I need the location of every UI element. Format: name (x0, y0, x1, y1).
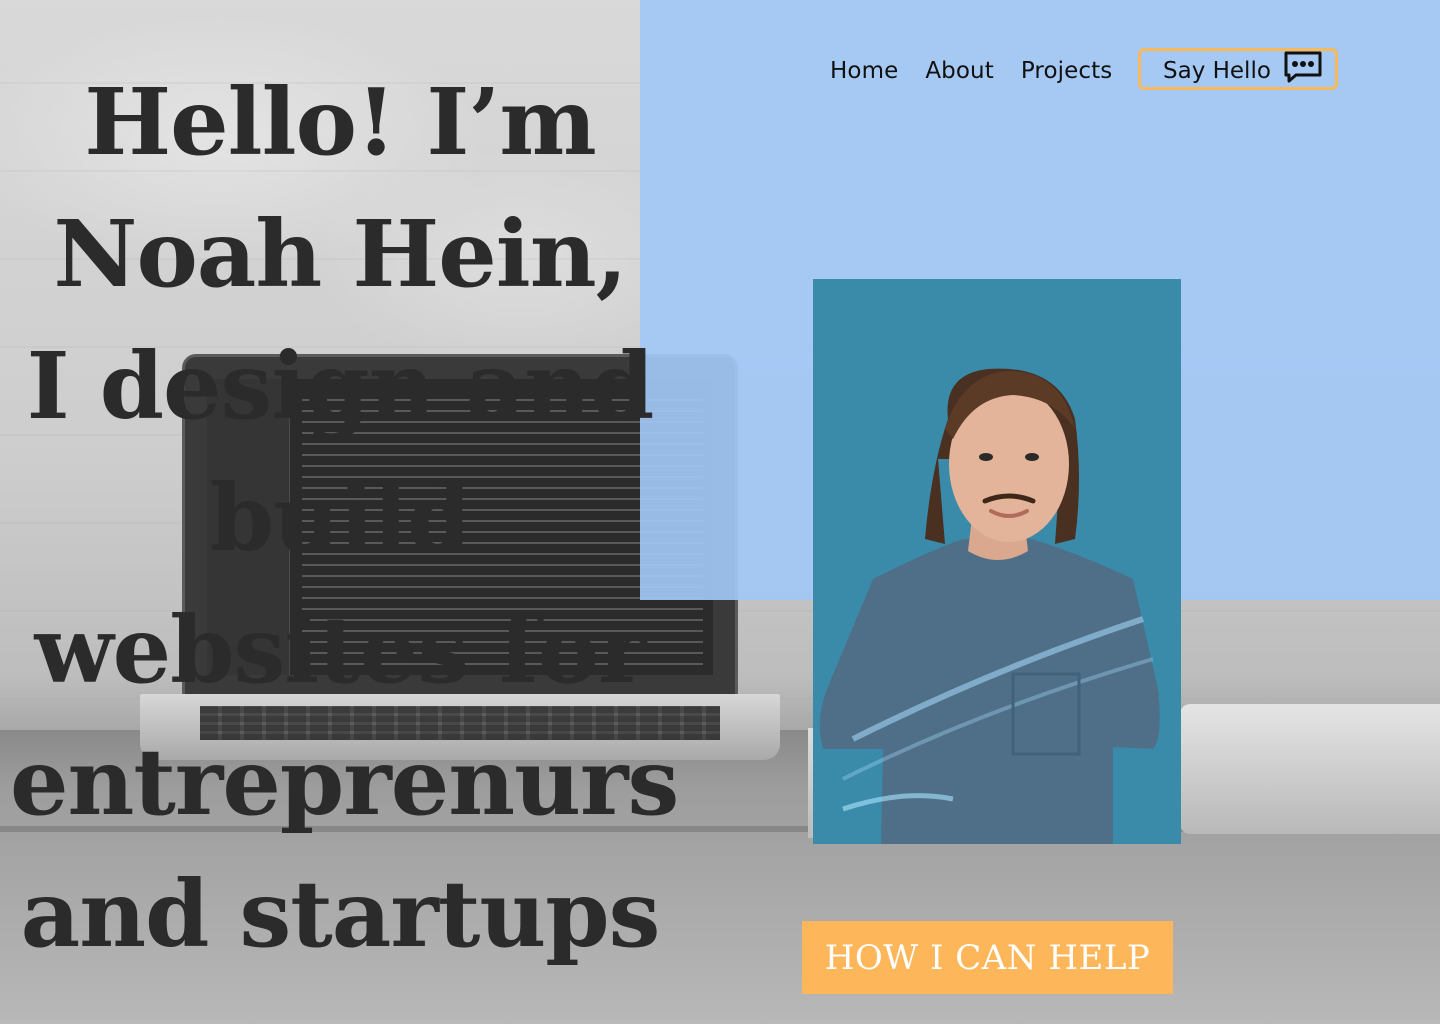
chat-bubble-icon (1283, 50, 1323, 89)
say-hello-button[interactable]: Say Hello (1138, 48, 1338, 90)
nav-about[interactable]: About (925, 58, 994, 84)
nav-home[interactable]: Home (830, 58, 898, 84)
profile-photo (813, 279, 1181, 844)
hero-line: and startups (20, 860, 661, 968)
hero-line: build (209, 464, 471, 572)
hero-heading: Hello! I’m Noah Hein, I design and build… (10, 56, 679, 980)
third-laptop (1180, 704, 1440, 834)
how-i-can-help-button[interactable]: HOW I CAN HELP (802, 921, 1173, 994)
main-nav: Home About Projects (830, 48, 1139, 94)
nav-projects[interactable]: Projects (1021, 58, 1112, 84)
hero-line: I design and (26, 332, 655, 440)
say-hello-label: Say Hello (1163, 58, 1271, 84)
hero-line: Noah Hein, (53, 200, 627, 308)
hero-line: websites for (34, 596, 646, 704)
person-illustration (819, 368, 1160, 844)
hero-line: Hello! I’m (84, 68, 597, 176)
hero-line: entreprenurs (10, 728, 679, 836)
